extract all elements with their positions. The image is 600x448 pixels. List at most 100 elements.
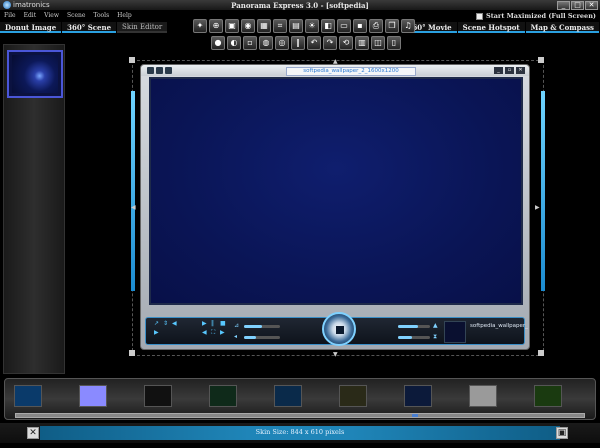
menu-view[interactable]: View [44, 11, 59, 21]
skin-title-bar: softpedia_wallpaper_2_1600x1200 _ ▫ ✕ [141, 65, 529, 76]
skin-close-icon[interactable]: ✕ [516, 67, 525, 74]
contrast-icon[interactable]: ◐ [227, 36, 241, 50]
menu-scene[interactable]: Scene [67, 11, 85, 21]
menu-tools[interactable]: Tools [93, 11, 109, 21]
skin-thumbnail[interactable] [339, 385, 367, 407]
window-icon[interactable]: ◫ [371, 36, 385, 50]
forward-icon[interactable]: ▶ [220, 330, 226, 336]
tab-map-compass[interactable]: Map & Compass [525, 22, 599, 33]
start-maximized-option[interactable]: Start Maximized (Full Screen) [476, 11, 596, 21]
main-stop-button[interactable] [322, 312, 356, 346]
zoom-slider[interactable] [244, 325, 280, 328]
skin-thumbnail[interactable] [14, 385, 42, 407]
skin-thumbnail[interactable] [404, 385, 432, 407]
skin-next-icon[interactable] [165, 67, 172, 74]
tab-skin-editor[interactable]: Skin Editor [117, 22, 168, 33]
toolbar-row-1: ✦ ⊕ ▣ ◉ ▦ ⌗ ▤ ☀ ◧ ▭ ▪ ⎙ ❐ ♫ [193, 19, 415, 33]
tab-360-scene[interactable]: 360° Scene [62, 22, 117, 33]
skin-thumbnail[interactable] [469, 385, 497, 407]
volume-slider[interactable] [398, 325, 430, 328]
sun-icon[interactable]: ☀ [305, 19, 319, 33]
stop-icon [336, 326, 344, 334]
start-maximized-checkbox[interactable] [476, 12, 484, 20]
filmstrip-scrollbar[interactable] [15, 413, 585, 418]
brightness-icon[interactable]: ▫ [243, 36, 257, 50]
layers-icon[interactable]: ◧ [321, 19, 335, 33]
delete-skin-icon[interactable]: ✕ [27, 427, 39, 439]
pan-up-icon[interactable]: ↗ [154, 321, 160, 327]
circle-icon[interactable]: ● [211, 36, 225, 50]
menu-bar: File Edit View Scene Tools Help [0, 11, 195, 21]
save-icon[interactable]: ▪ [353, 19, 367, 33]
pan-right-icon[interactable]: ▶ [154, 330, 160, 336]
tab-donut-image[interactable]: Donut Image [0, 22, 62, 33]
scene-thumbnail-image [12, 55, 58, 93]
skin-play-icon[interactable] [156, 67, 163, 74]
panorama-viewport[interactable] [149, 77, 523, 305]
menu-help[interactable]: Help [117, 11, 132, 21]
skin-thumbnail[interactable] [144, 385, 172, 407]
skin-thumbnail[interactable] [209, 385, 237, 407]
selected-scene-thumbnail[interactable] [7, 50, 63, 98]
toolbar-row-2: ● ◐ ▫ ◍ ◎ ‖ ↶ ↷ ⟲ ▥ ◫ ▯ [211, 36, 401, 50]
wand-icon[interactable]: ✦ [193, 19, 207, 33]
pause-icon[interactable]: ‖ [291, 36, 305, 50]
title-bar: imatronics Panorama Express 3.0 - [softp… [0, 0, 600, 11]
scene-thumbnail-panel [3, 44, 65, 374]
copy-icon[interactable]: ❐ [385, 19, 399, 33]
skin-window-controls: _ ▫ ✕ [494, 67, 525, 74]
menu-file[interactable]: File [4, 11, 16, 21]
zoom-icon[interactable]: ⊕ [209, 19, 223, 33]
print-icon[interactable]: ⎙ [369, 19, 383, 33]
play-icon[interactable]: ▶ [202, 321, 208, 327]
menu-edit[interactable]: Edit [24, 11, 37, 21]
exit-icon[interactable]: ▯ [387, 36, 401, 50]
image-icon[interactable]: ▤ [289, 19, 303, 33]
resize-arrow-down-icon[interactable]: ▼ [333, 351, 339, 358]
skin-thumbnail[interactable] [79, 385, 107, 407]
resize-handle-bottom-right[interactable] [538, 350, 544, 356]
skin-thumbnail[interactable] [274, 385, 302, 407]
undo-icon[interactable]: ↶ [307, 36, 321, 50]
left-mode-tabs: Donut Image 360° Scene Skin Editor [0, 22, 168, 33]
crop-icon[interactable]: ⌗ [273, 19, 287, 33]
skin-minimize-icon[interactable]: _ [494, 67, 503, 74]
eye-icon[interactable]: ◉ [241, 19, 255, 33]
pan-left-icon[interactable]: ◀ [172, 321, 178, 327]
mini-map[interactable] [444, 321, 466, 343]
grid-icon[interactable]: ▦ [257, 19, 271, 33]
right-mode-tabs: 360° Movie Scene Hotspot Map & Compass [402, 22, 600, 33]
hourglass-icon: ⧗ [433, 333, 438, 340]
redo-icon[interactable]: ↷ [323, 36, 337, 50]
frame-icon[interactable]: ▣ [225, 19, 239, 33]
tab-scene-hotspot[interactable]: Scene Hotspot [457, 22, 525, 33]
apply-skin-icon[interactable]: ▣ [556, 427, 568, 439]
speed-slider[interactable] [244, 336, 280, 339]
filmstrip-scroll-thumb[interactable] [412, 414, 418, 417]
stop-small-icon[interactable]: ■ [220, 321, 226, 327]
pause-small-icon[interactable]: ‖ [211, 321, 217, 327]
minimize-button[interactable]: _ [557, 1, 570, 10]
rotate-icon[interactable]: ⟲ [339, 36, 353, 50]
color-icon[interactable]: ◎ [275, 36, 289, 50]
skin-prev-icon[interactable] [147, 67, 154, 74]
rewind-icon[interactable]: ◀ [202, 330, 208, 336]
maximize-button[interactable]: □ [571, 1, 584, 10]
resize-handle-top-left[interactable] [129, 57, 135, 63]
resize-arrow-left-icon[interactable]: ◀ [131, 204, 137, 211]
film-icon[interactable]: ▥ [355, 36, 369, 50]
mini-map-name: softpedia_wallpaper_ [470, 323, 528, 329]
music-icon[interactable]: ♫ [401, 19, 415, 33]
resize-arrow-right-icon[interactable]: ▶ [535, 204, 541, 211]
close-button[interactable]: ✕ [585, 1, 598, 10]
folder-icon[interactable]: ▭ [337, 19, 351, 33]
skin-thumbnail[interactable] [534, 385, 562, 407]
resize-handle-top-right[interactable] [538, 57, 544, 63]
balance-slider[interactable] [398, 336, 430, 339]
skin-size-status: Skin Size: 844 x 610 pixels [255, 428, 345, 436]
fullscreen-icon[interactable]: ⛶ [211, 330, 217, 336]
resize-handle-bottom-left[interactable] [129, 350, 135, 356]
hue-icon[interactable]: ◍ [259, 36, 273, 50]
skin-restore-icon[interactable]: ▫ [505, 67, 514, 74]
tilt-icon[interactable]: ⇕ [163, 321, 169, 327]
